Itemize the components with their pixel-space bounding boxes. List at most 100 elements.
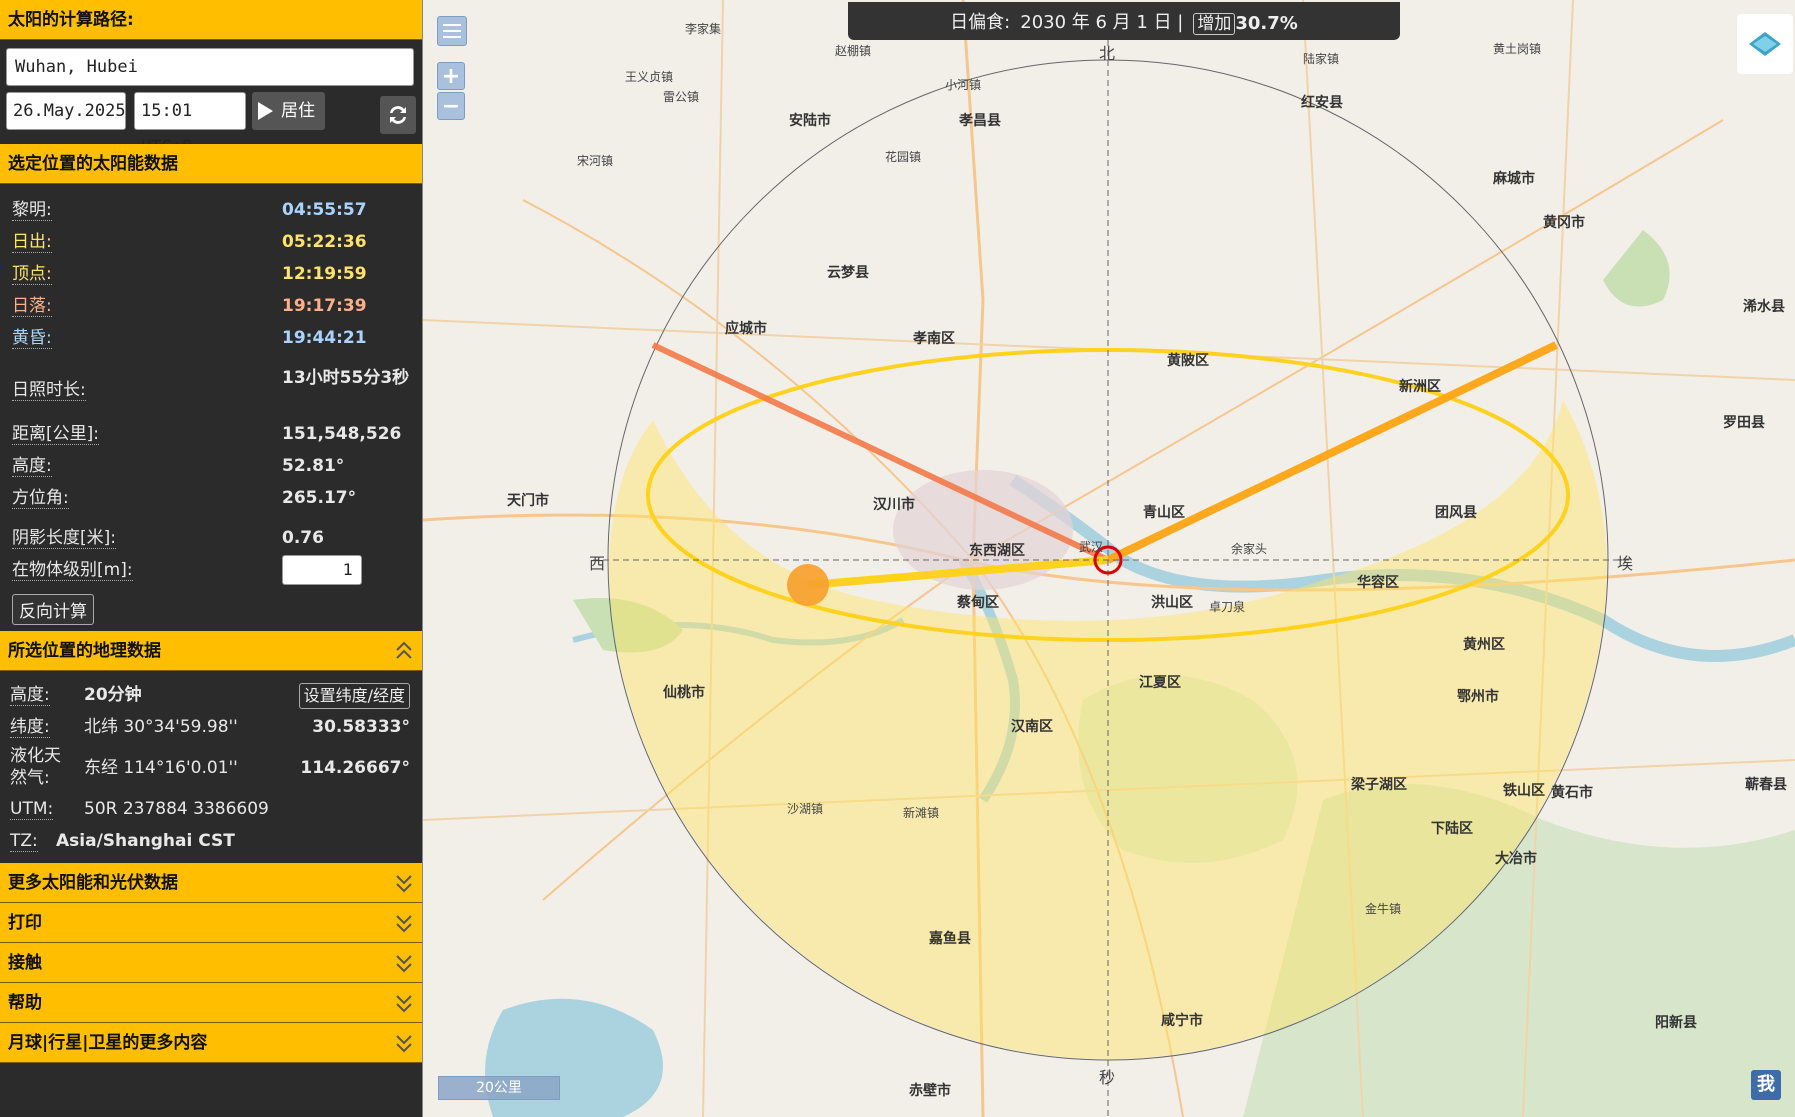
utm-row: UTM: 50R 237884 3386609 xyxy=(10,793,412,825)
place-label: 华容区 xyxy=(1357,575,1399,591)
dawn-label[interactable]: 黎明: xyxy=(12,200,52,221)
altitude-label[interactable]: 高度: xyxy=(12,456,52,477)
distance-label[interactable]: 距离[公里]: xyxy=(12,424,99,445)
place-label: 沙湖镇 xyxy=(787,802,824,816)
height-row: 高度: 20分钟 设置纬度/经度 xyxy=(10,679,412,711)
place-label: 安陆市 xyxy=(789,113,831,129)
place-label: 铁山区 xyxy=(1503,783,1545,799)
place-label: 洪山区 xyxy=(1151,595,1193,611)
increase-button[interactable]: 增加 xyxy=(1193,12,1236,35)
chevron-down-icon[interactable] xyxy=(394,1030,414,1054)
sunrise-row: 日出: 05:22:36 xyxy=(12,226,412,258)
route-box: 26.May.2025 15:01 UTC+8 居住 xyxy=(0,40,422,157)
lon-decimal: 114.26667° xyxy=(300,758,410,778)
eclipse-date[interactable]: 2030 年 6 月 1 日 | xyxy=(1020,8,1183,34)
play-button[interactable]: 居住 xyxy=(252,92,325,130)
dawn-row: 黎明: 04:55:57 xyxy=(12,194,412,226)
eclipse-prefix: 日偏食: xyxy=(950,12,1011,33)
solar-data-header[interactable]: 选定位置的太阳能数据 xyxy=(0,144,422,184)
play-label: 居住 xyxy=(281,101,315,121)
menu-icon xyxy=(443,24,461,38)
sidebar: 太阳的计算路径: 26.May.2025 15:01 UTC+8 居住 选定位置… xyxy=(0,0,423,1117)
reverse-calc-button[interactable]: 反向计算 xyxy=(12,594,94,625)
chevron-down-icon[interactable] xyxy=(394,950,414,974)
place-label: 花园镇 xyxy=(885,150,922,164)
help-section[interactable]: 帮助 xyxy=(0,983,422,1023)
map-view[interactable]: 李家集 王义贞镇 陆家镇 赵棚镇 孝昌县 红安县 黄土岗镇 麻城市 安陆市 花园… xyxy=(423,0,1795,1117)
contact-section[interactable]: 接触 xyxy=(0,943,422,983)
shadow-label[interactable]: 阴影长度[米]: xyxy=(12,528,116,549)
object-level-row: 在物体级别[m]: 1 xyxy=(12,554,412,586)
compass-north: 北 xyxy=(1099,44,1116,63)
place-label: 余家头 xyxy=(1231,542,1268,556)
date-input[interactable]: 26.May.2025 xyxy=(6,92,126,130)
tz-label[interactable]: TZ: xyxy=(10,831,38,852)
place-label: 汉南区 xyxy=(1011,719,1053,735)
place-label: 团风县 xyxy=(1435,505,1477,521)
compass-east: 埃 xyxy=(1617,554,1634,573)
geo-data-header[interactable]: 所选位置的地理数据 xyxy=(0,631,422,671)
lon-row: 液化天然气: 东经 114°16'0.01'' 114.26667° xyxy=(10,743,412,793)
set-latlon-button[interactable]: 设置纬度/经度 xyxy=(298,683,410,709)
layers-icon xyxy=(1749,32,1781,56)
refresh-button[interactable] xyxy=(380,96,416,134)
place-label: 下陆区 xyxy=(1431,821,1473,837)
lat-label[interactable]: 纬度: xyxy=(10,717,50,738)
moon-planets-section[interactable]: 月球|行星|卫星的更多内容 xyxy=(0,1023,422,1063)
utm-label[interactable]: UTM: xyxy=(10,799,54,820)
sunrise-label[interactable]: 日出: xyxy=(12,232,52,253)
place-label: 梁子湖区 xyxy=(1351,777,1407,793)
place-label: 蕲春县 xyxy=(1745,777,1787,793)
place-label: 黄州区 xyxy=(1463,637,1505,653)
location-input[interactable] xyxy=(6,48,414,86)
chevron-down-icon[interactable] xyxy=(394,990,414,1014)
more-solar-pv-section[interactable]: 更多太阳能和光伏数据 xyxy=(0,863,422,903)
layers-button[interactable] xyxy=(1737,14,1793,74)
menu-button[interactable] xyxy=(437,16,467,46)
lat-decimal: 30.58333° xyxy=(312,717,410,737)
shadow-row: 阴影长度[米]: 0.76 xyxy=(12,522,412,554)
eclipse-info-bar: 日偏食: 2030 年 6 月 1 日 | 增加 30.7% xyxy=(848,2,1400,40)
sunset-row: 日落: 19:17:39 xyxy=(12,290,412,322)
place-label: 阳新县 xyxy=(1655,1015,1697,1031)
tz-row: TZ: Asia/Shanghai CST xyxy=(10,825,412,857)
place-label: 应城市 xyxy=(725,321,767,337)
map-canvas[interactable] xyxy=(423,0,1795,1117)
place-label: 江夏区 xyxy=(1139,675,1181,691)
place-label: 王义贞镇 xyxy=(625,70,674,84)
locate-me-button[interactable]: 我 xyxy=(1751,1070,1781,1100)
azimuth-label[interactable]: 方位角: xyxy=(12,488,69,509)
height-label[interactable]: 高度: xyxy=(10,685,50,706)
place-label: 赤壁市 xyxy=(909,1083,951,1099)
lon-dms: 东经 114°16'0.01'' xyxy=(84,758,238,778)
zoom-out-button[interactable]: − xyxy=(437,92,465,120)
sunset-label[interactable]: 日落: xyxy=(12,296,52,317)
place-label: 青山区 xyxy=(1143,505,1185,521)
lon-label[interactable]: 液化天然气: xyxy=(10,745,70,789)
zoom-in-button[interactable]: + xyxy=(437,62,465,90)
dawn-value: 04:55:57 xyxy=(282,200,367,220)
compass-south: 秒 xyxy=(1099,1068,1116,1087)
route-header: 太阳的计算路径: xyxy=(0,0,422,40)
chevron-down-icon[interactable] xyxy=(394,910,414,934)
place-label: 仙桃市 xyxy=(663,685,705,701)
place-label: 大冶市 xyxy=(1495,851,1537,867)
object-level-label[interactable]: 在物体级别[m]: xyxy=(12,560,133,581)
chevron-down-icon[interactable] xyxy=(394,870,414,894)
azimuth-row: 方位角: 265.17° xyxy=(12,482,412,514)
place-label: 咸宁市 xyxy=(1161,1013,1203,1029)
zenith-label[interactable]: 顶点: xyxy=(12,264,52,285)
dusk-label[interactable]: 黄昏: xyxy=(12,328,52,349)
zenith-row: 顶点: 12:19:59 xyxy=(12,258,412,290)
chevron-up-icon[interactable] xyxy=(394,638,414,662)
height-value: 20分钟 xyxy=(84,685,142,705)
place-label: 汉川市 xyxy=(873,497,915,513)
time-input[interactable]: 15:01 UTC+8 xyxy=(134,92,246,157)
place-label: 黄冈市 xyxy=(1543,215,1585,231)
print-section[interactable]: 打印 xyxy=(0,903,422,943)
place-label: 黄石市 xyxy=(1551,785,1593,801)
place-label: 鄂州市 xyxy=(1457,689,1499,705)
object-level-input[interactable]: 1 xyxy=(282,555,362,585)
refresh-icon xyxy=(390,106,406,124)
daylight-label[interactable]: 日照时长: xyxy=(12,380,86,401)
